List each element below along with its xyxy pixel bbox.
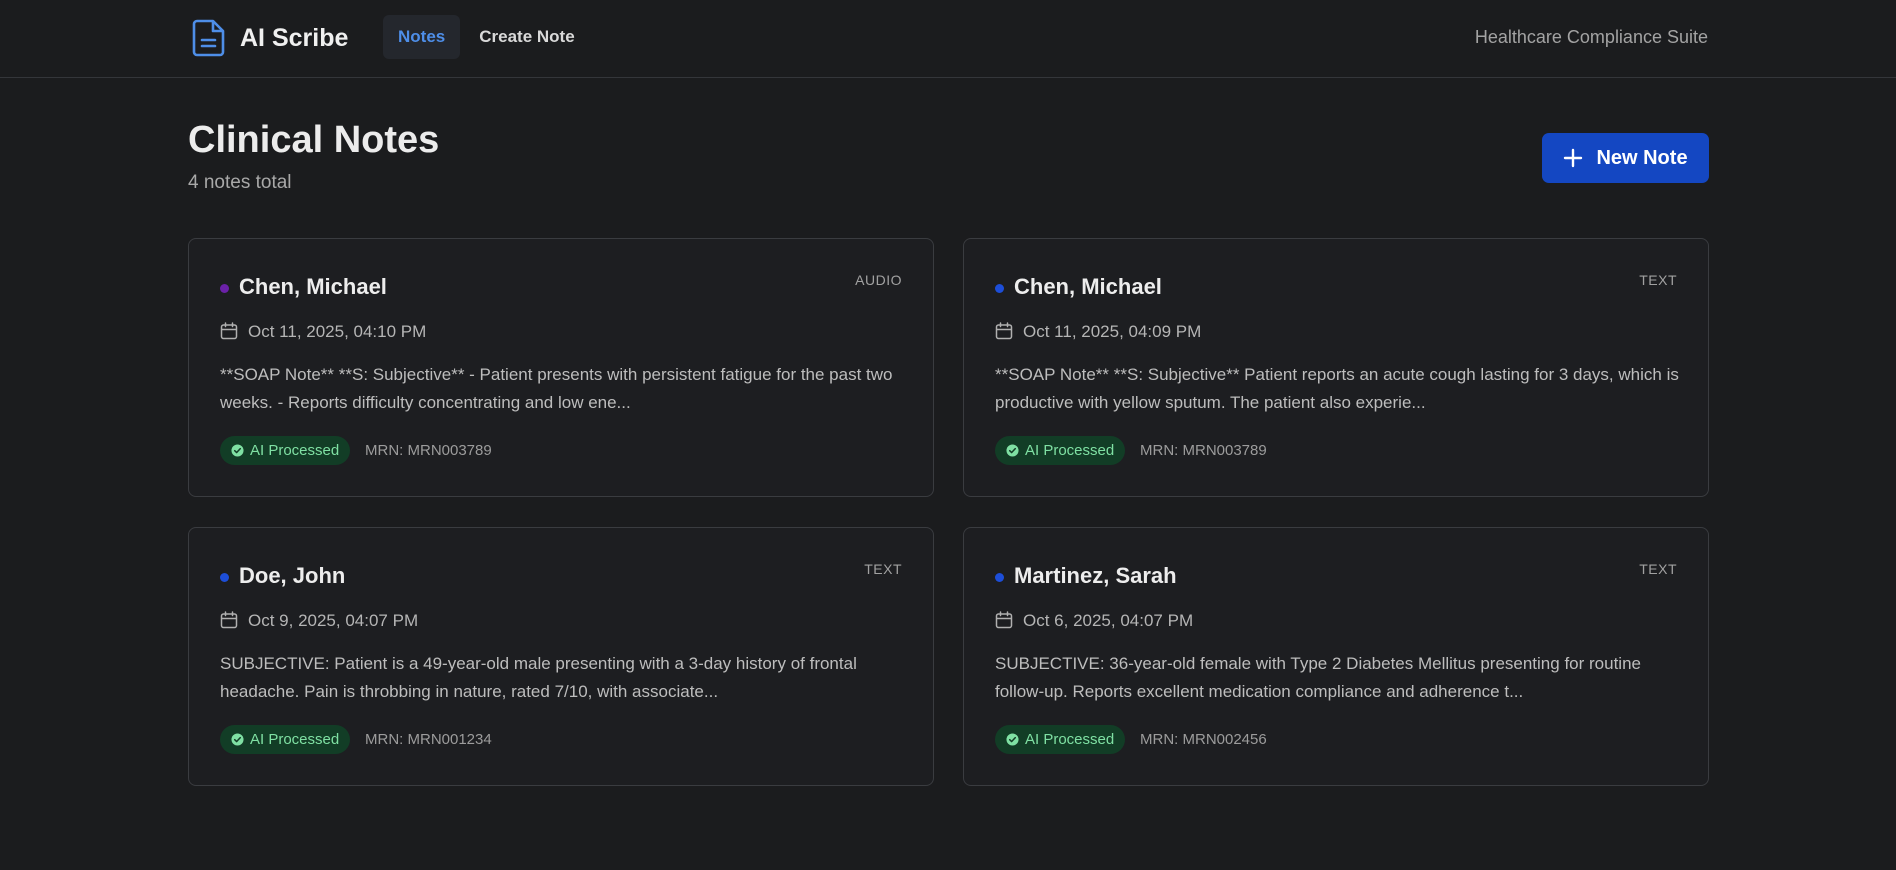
status-badge: AI Processed (220, 436, 351, 465)
status-label: AI Processed (250, 731, 340, 748)
note-card[interactable]: Doe, John TEXT Oct 9, 2025, 04:07 PM SUB… (188, 527, 934, 786)
calendar-icon (995, 611, 1013, 629)
top-navigation-bar: AI Scribe Notes Create Note Healthcare C… (0, 0, 1896, 78)
calendar-icon (995, 322, 1013, 340)
app-name: AI Scribe (240, 23, 349, 52)
note-card[interactable]: Martinez, Sarah TEXT Oct 6, 2025, 04:07 … (963, 527, 1709, 786)
patient-mrn: MRN: MRN002456 (1140, 731, 1267, 748)
note-date: Oct 6, 2025, 04:07 PM (1023, 611, 1194, 630)
note-card[interactable]: Chen, Michael TEXT Oct 11, 2025, 04:09 P… (963, 238, 1709, 497)
check-circle-icon (231, 733, 244, 746)
main-nav: Notes Create Note (383, 15, 594, 59)
brand[interactable]: AI Scribe (192, 18, 348, 58)
patient-name: Martinez, Sarah (1014, 563, 1177, 588)
check-circle-icon (231, 444, 244, 457)
nav-item-notes[interactable]: Notes (383, 15, 461, 59)
nav-item-create-note[interactable]: Create Note (464, 15, 589, 59)
check-circle-icon (1006, 733, 1019, 746)
note-type-dot (220, 573, 229, 582)
note-date: Oct 9, 2025, 04:07 PM (248, 611, 419, 630)
patient-mrn: MRN: MRN003789 (1140, 442, 1267, 459)
note-type: TEXT (1639, 561, 1677, 577)
note-date: Oct 11, 2025, 04:09 PM (1023, 322, 1202, 341)
status-label: AI Processed (250, 442, 340, 459)
patient-name: Chen, Michael (1014, 274, 1162, 299)
status-badge: AI Processed (995, 725, 1126, 754)
note-preview: **SOAP Note** **S: Subjective** Patient … (995, 365, 1679, 412)
note-date: Oct 11, 2025, 04:10 PM (248, 322, 427, 341)
calendar-icon (220, 322, 238, 340)
calendar-icon (220, 611, 238, 629)
suite-label: Healthcare Compliance Suite (1474, 27, 1708, 47)
plus-icon (1564, 148, 1583, 168)
patient-name: Doe, John (239, 563, 346, 588)
patient-mrn: MRN: MRN003789 (365, 442, 492, 459)
notes-count: 4 notes total (188, 172, 292, 193)
note-type-dot (220, 284, 229, 293)
note-preview: SUBJECTIVE: Patient is a 49-year-old mal… (220, 654, 857, 701)
note-type-dot (995, 573, 1004, 582)
note-type: TEXT (1639, 272, 1677, 288)
status-badge: AI Processed (220, 725, 351, 754)
patient-name: Chen, Michael (239, 274, 387, 299)
page-title: Clinical Notes (188, 119, 440, 161)
note-type-dot (995, 284, 1004, 293)
status-badge: AI Processed (995, 436, 1126, 465)
note-card[interactable]: Chen, Michael AUDIO Oct 11, 2025, 04:10 … (188, 238, 934, 497)
patient-mrn: MRN: MRN001234 (365, 731, 492, 748)
status-label: AI Processed (1025, 731, 1115, 748)
note-type: TEXT (864, 561, 902, 577)
note-preview: **SOAP Note** **S: Subjective** - Patien… (220, 365, 893, 412)
note-type: AUDIO (855, 272, 902, 288)
check-circle-icon (1006, 444, 1019, 457)
note-preview: SUBJECTIVE: 36-year-old female with Type… (995, 654, 1641, 701)
document-icon (192, 19, 225, 57)
new-note-label: New Note (1596, 146, 1688, 169)
status-label: AI Processed (1025, 442, 1115, 459)
new-note-button[interactable]: New Note (1542, 133, 1709, 183)
